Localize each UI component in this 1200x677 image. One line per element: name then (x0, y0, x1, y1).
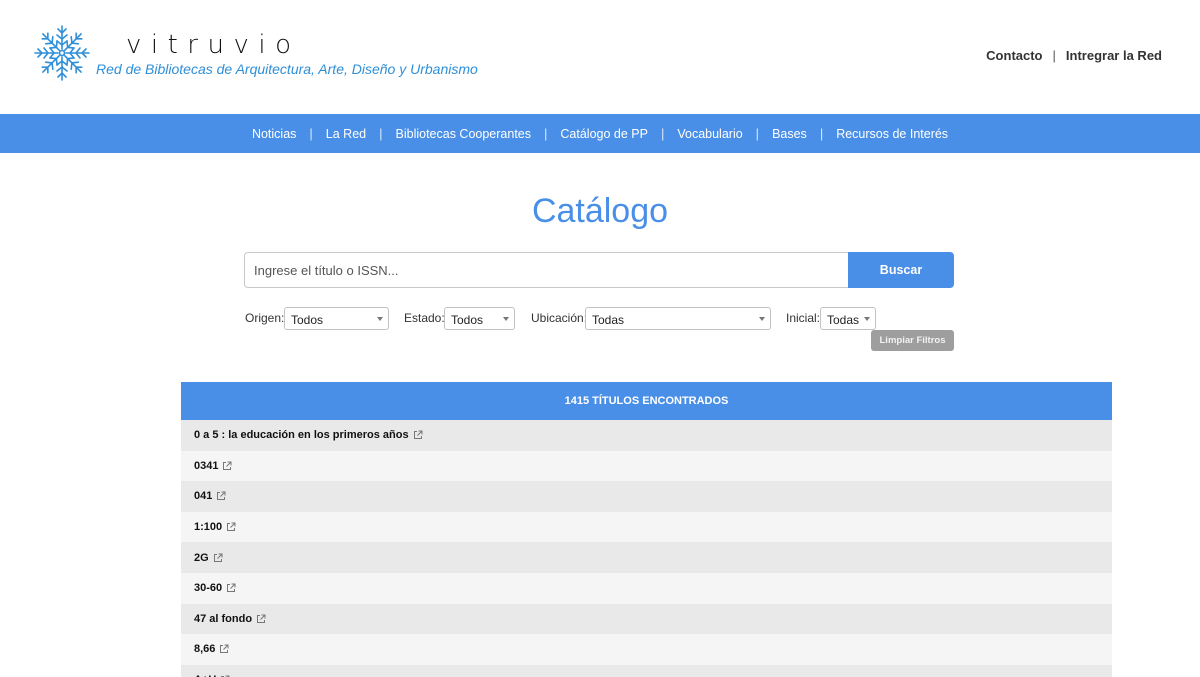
external-link-icon[interactable] (222, 461, 232, 471)
nav-item-noticias[interactable]: Noticias (252, 127, 296, 141)
list-item-title[interactable]: 2G (194, 552, 209, 564)
nav-separator: | (819, 126, 824, 141)
inicial-label: Inicial: (786, 311, 821, 325)
list-item-title[interactable]: 8,66 (194, 643, 215, 655)
list-item[interactable]: 2G (181, 542, 1112, 573)
estado-select-value: Todos (451, 313, 484, 327)
nav-separator: | (544, 126, 548, 141)
external-link-icon[interactable] (213, 553, 223, 563)
list-item[interactable]: 0341 (181, 450, 1112, 482)
site-logo[interactable]: vitruvio Red de Bibliotecas de Arquitect… (30, 22, 500, 84)
list-item-title[interactable]: 30-60 (194, 582, 222, 594)
estado-label: Estado: (404, 311, 445, 325)
external-link-icon[interactable] (219, 644, 229, 654)
caret-down-icon (759, 317, 765, 321)
ubicacion-select[interactable]: Todas (585, 307, 771, 330)
ubicacion-select-value: Todas (592, 313, 625, 327)
list-item-title[interactable]: 0341 (194, 460, 218, 472)
list-item[interactable]: A+U (181, 664, 1112, 677)
brand-name: vitruvio (126, 30, 301, 60)
ubicacion-label: Ubicación: (531, 311, 588, 325)
results-count-header: 1415 TÍTULOS ENCONTRADOS (181, 382, 1112, 420)
external-link-icon[interactable] (216, 491, 226, 501)
results-list: 0 a 5 : la educación en los primeros año… (181, 420, 1112, 677)
page-title: Catálogo (531, 192, 669, 230)
origen-select[interactable]: Todos (284, 307, 389, 330)
list-item-title[interactable]: 47 al fondo (194, 613, 252, 625)
nav-item-catalogo-de-pp[interactable]: Catálogo de PP (560, 127, 648, 141)
main-nav: Noticias | La Red | Bibliotecas Cooperan… (0, 114, 1200, 153)
results-table: 1415 TÍTULOS ENCONTRADOS 0 a 5 : la educ… (181, 382, 1112, 677)
caret-down-icon (377, 317, 383, 321)
top-links: Contacto | Intregrar la Red (986, 48, 1162, 63)
search-input[interactable] (244, 252, 849, 288)
list-item[interactable]: 0 a 5 : la educación en los primeros año… (181, 420, 1112, 451)
caret-down-icon (503, 317, 509, 321)
list-item[interactable]: 30-60 (181, 572, 1112, 604)
integrar-la-red-link[interactable]: Intregrar la Red (1066, 48, 1162, 63)
inicial-select-value: Todas (827, 313, 860, 327)
origen-select-value: Todos (291, 313, 324, 327)
external-link-icon[interactable] (256, 614, 266, 624)
snowflake-logo-icon (34, 25, 90, 81)
nav-separator: | (309, 126, 313, 141)
list-item-title[interactable]: 1:100 (194, 521, 222, 533)
external-link-icon[interactable] (226, 583, 236, 593)
nav-item-vocabulario[interactable]: Vocabulario (677, 127, 742, 141)
external-link-icon[interactable] (413, 430, 423, 440)
nav-item-la-red[interactable]: La Red (326, 127, 366, 141)
clear-filters-button[interactable]: Limpiar Filtros (871, 330, 954, 351)
nav-separator: | (660, 126, 665, 141)
inicial-select[interactable]: Todas (820, 307, 876, 330)
list-item-title[interactable]: 0 a 5 : la educación en los primeros año… (194, 429, 409, 441)
contacto-link[interactable]: Contacto (986, 48, 1042, 63)
brand-subtitle: Red de Bibliotecas de Arquitectura, Arte… (96, 61, 478, 77)
site-header: vitruvio Red de Bibliotecas de Arquitect… (0, 0, 1200, 114)
top-links-separator: | (1052, 48, 1056, 63)
list-item[interactable]: 041 (181, 481, 1112, 512)
list-item-title[interactable]: 041 (194, 490, 212, 502)
caret-down-icon (864, 317, 870, 321)
list-item[interactable]: 1:100 (181, 511, 1112, 543)
search-button[interactable]: Buscar (848, 252, 954, 288)
origen-label: Origen: (245, 311, 285, 325)
estado-select[interactable]: Todos (444, 307, 515, 330)
nav-separator: | (379, 126, 383, 141)
nav-item-bibliotecas-cooperantes[interactable]: Bibliotecas Cooperantes (396, 127, 532, 141)
nav-separator: | (755, 126, 760, 141)
nav-item-bases[interactable]: Bases (772, 127, 807, 141)
list-item[interactable]: 8,66 (181, 634, 1112, 665)
external-link-icon[interactable] (226, 522, 236, 532)
list-item[interactable]: 47 al fondo (181, 603, 1112, 635)
nav-item-recursos-de-interes[interactable]: Recursos de Interés (836, 127, 948, 141)
